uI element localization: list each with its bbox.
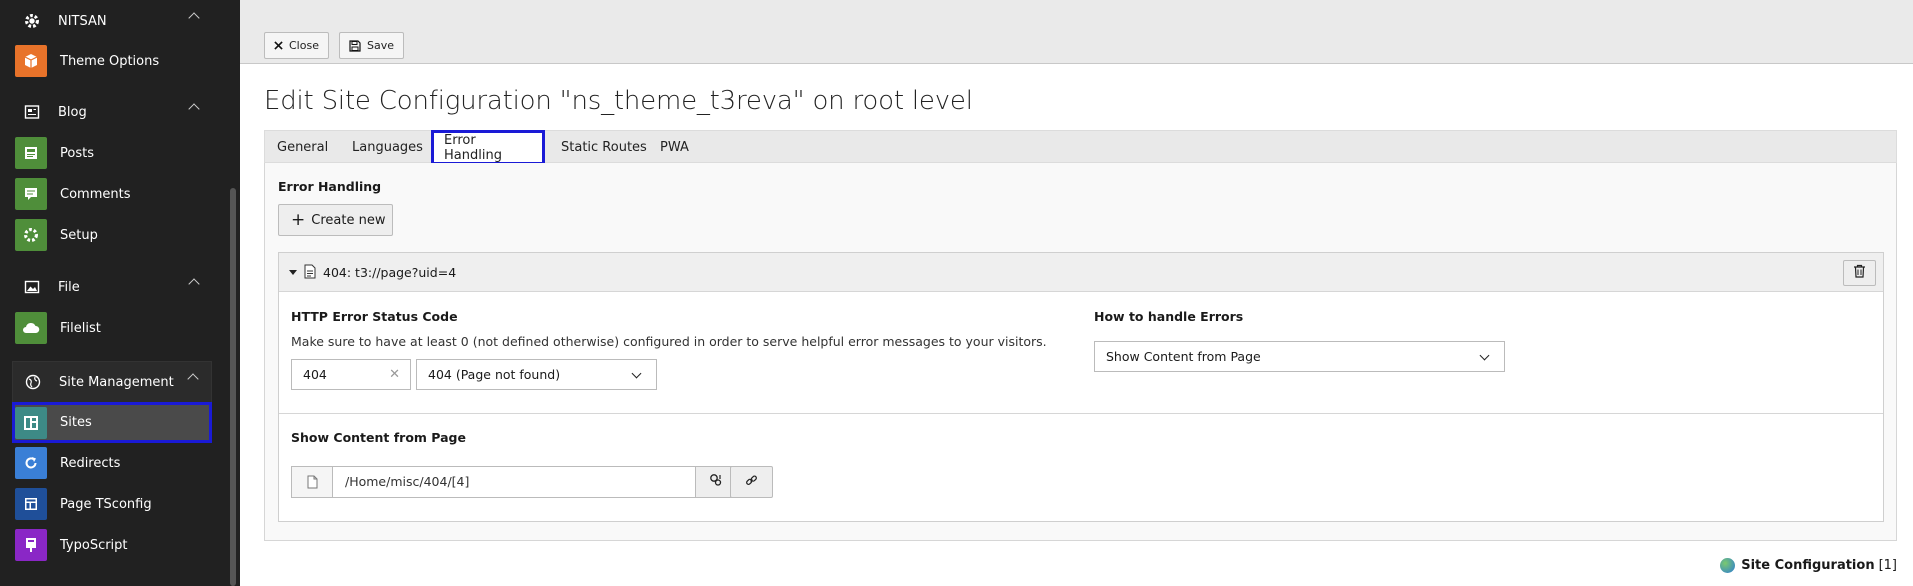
sidebar-group-label: File <box>58 279 80 295</box>
box-icon <box>15 45 47 77</box>
sidebar-group-nitsan[interactable]: NITSAN <box>12 1 212 41</box>
post-icon <box>15 137 47 169</box>
show-content-title: Show Content from Page <box>291 430 466 445</box>
create-new-button[interactable]: + Create new <box>278 204 393 236</box>
save-label: Save <box>367 39 395 52</box>
record-title: 404: t3://page?uid=4 <box>323 265 457 280</box>
section-heading: Error Handling <box>278 179 382 194</box>
layout-icon <box>15 488 47 520</box>
sidebar-group-blog[interactable]: Blog <box>12 92 212 132</box>
plus-icon: + <box>291 209 306 230</box>
doc-header-toolbar: Close Save <box>240 0 1913 64</box>
status-code-value: 404 <box>303 367 327 382</box>
sidebar-item-filelist[interactable]: Filelist <box>12 308 212 348</box>
chevron-up-icon <box>187 373 199 385</box>
status-code-select[interactable]: 404 (Page not found) <box>416 359 657 390</box>
sidebar-item-posts[interactable]: Posts <box>12 133 212 173</box>
gear-icon <box>15 219 47 251</box>
page-link-value: /Home/misc/404/[4] <box>345 474 470 489</box>
sidebar-scrollbar[interactable] <box>230 188 236 586</box>
sidebar-item-label: Redirects <box>60 455 121 471</box>
close-label: Close <box>289 39 319 52</box>
sidebar-item-redirects[interactable]: Redirects <box>12 443 212 483</box>
sidebar-group-site-management[interactable]: Site Management <box>12 361 212 403</box>
globe-icon <box>1720 558 1736 573</box>
status-code-title: HTTP Error Status Code <box>291 309 458 324</box>
chevron-up-icon <box>188 12 200 24</box>
status-code-description: Make sure to have at least 0 (not define… <box>291 334 1047 349</box>
chevron-up-icon <box>188 103 200 115</box>
template-icon <box>15 529 47 561</box>
newspaper-icon <box>18 98 46 126</box>
link-button[interactable] <box>730 466 773 498</box>
handle-errors-select[interactable]: Show Content from Page <box>1094 341 1505 372</box>
create-new-label: Create new <box>311 212 386 228</box>
tab-error-handling[interactable]: Error Handling <box>431 130 545 165</box>
sidebar-item-typoscript[interactable]: TypoScript <box>12 525 212 565</box>
trash-icon <box>1853 264 1866 282</box>
save-icon <box>349 39 361 52</box>
record-info-footer: Site Configuration [1] <box>1720 558 1897 573</box>
file-icon <box>292 467 333 497</box>
sidebar-item-label: TypoScript <box>60 537 128 553</box>
sidebar-item-page-tsconfig[interactable]: Page TSconfig <box>12 484 212 524</box>
status-code-section: HTTP Error Status Code Make sure to have… <box>279 292 1883 414</box>
sidebar-group-label: NITSAN <box>58 13 107 29</box>
globe-icon <box>19 368 47 396</box>
sidebar-item-sites[interactable]: Sites <box>12 402 212 443</box>
sidebar-item-setup[interactable]: Setup <box>12 215 212 255</box>
delete-button[interactable] <box>1843 260 1876 286</box>
close-icon <box>274 41 283 50</box>
comment-icon <box>15 178 47 210</box>
sidebar-item-label: Setup <box>60 227 98 243</box>
footer-count: [1] <box>1878 558 1897 573</box>
sidebar-item-theme-options[interactable]: Theme Options <box>12 41 212 81</box>
chevron-down-icon <box>1479 350 1490 361</box>
show-content-section: Show Content from Page /Home/misc/404/[4… <box>279 415 1883 522</box>
footer-label: Site Configuration <box>1741 558 1875 573</box>
document-icon <box>304 264 316 283</box>
sidebar-group-label: Blog <box>58 104 87 120</box>
sidebar-item-label: Filelist <box>60 320 101 336</box>
tab-static-routes[interactable]: Static Routes <box>549 131 659 164</box>
sidebar-group-label: Site Management <box>59 374 174 390</box>
chevron-up-icon <box>188 278 200 290</box>
main-content: Close Save Edit Site Configuration "ns_t… <box>240 0 1913 586</box>
caret-down-icon[interactable] <box>289 270 297 275</box>
sidebar-item-label: Comments <box>60 186 131 202</box>
sidebar-item-label: Theme Options <box>60 53 160 69</box>
tab-pwa[interactable]: PWA <box>648 131 701 164</box>
sidebar-item-comments[interactable]: Comments <box>12 174 212 214</box>
image-icon <box>18 273 46 301</box>
sidebar-item-label: Page TSconfig <box>60 496 152 512</box>
status-code-input[interactable]: 404 ✕ <box>291 359 411 390</box>
tab-languages[interactable]: Languages <box>340 131 435 164</box>
sidebar-item-label: Posts <box>60 145 94 161</box>
sidebar-group-file[interactable]: File <box>12 267 212 307</box>
link-icon <box>745 474 758 491</box>
error-handling-panel: Error Handling + Create new 404: t3://pa… <box>264 163 1897 541</box>
tab-general[interactable]: General <box>265 131 340 164</box>
handle-errors-title: How to handle Errors <box>1094 309 1244 324</box>
cloud-icon <box>15 312 47 344</box>
redirect-icon <box>15 447 47 479</box>
page-tree-icon <box>709 473 723 491</box>
module-sidebar: NITSAN Theme Options Blog Posts Comments… <box>0 0 240 586</box>
page-title: Edit Site Configuration "ns_theme_t3reva… <box>264 86 973 116</box>
tab-bar: General Languages Error Handling Static … <box>264 130 1897 165</box>
sites-icon <box>15 406 47 439</box>
handle-errors-select-value: Show Content from Page <box>1106 349 1261 364</box>
sidebar-item-label: Sites <box>60 415 92 430</box>
close-button[interactable]: Close <box>264 32 329 59</box>
save-button[interactable]: Save <box>339 32 405 59</box>
gear-icon <box>18 7 46 35</box>
chevron-down-icon <box>631 368 642 379</box>
error-handling-record: 404: t3://page?uid=4 HTTP Error Status C… <box>278 252 1884 522</box>
status-code-select-value: 404 (Page not found) <box>428 367 561 382</box>
clear-icon[interactable]: ✕ <box>389 367 400 382</box>
page-link-field[interactable]: /Home/misc/404/[4] <box>291 466 737 498</box>
record-header[interactable]: 404: t3://page?uid=4 <box>279 253 1883 292</box>
